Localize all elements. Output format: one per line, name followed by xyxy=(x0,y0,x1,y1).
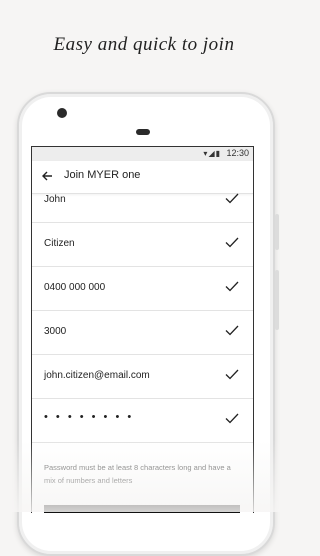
mobile-field[interactable]: 0400 000 000 xyxy=(32,267,253,311)
checkmark-icon xyxy=(225,193,239,204)
checkmark-icon xyxy=(225,413,239,424)
status-icons: ▾◢▮ xyxy=(203,149,221,158)
volume-button xyxy=(275,214,279,250)
front-camera xyxy=(57,108,67,118)
earpiece-speaker xyxy=(136,129,150,135)
mobile-value: 0400 000 000 xyxy=(44,282,106,293)
first-name-value: John xyxy=(44,194,66,205)
email-field[interactable]: john.citizen@email.com xyxy=(32,355,253,399)
checkmark-icon xyxy=(225,369,239,380)
postcode-value: 3000 xyxy=(44,326,67,337)
status-bar: ▾◢▮ 12:30 xyxy=(32,147,253,161)
headline: Easy and quick to join xyxy=(53,34,235,55)
last-name-field[interactable]: Citizen xyxy=(32,223,253,267)
status-time: 12:30 xyxy=(226,148,249,158)
checkmark-icon xyxy=(225,281,239,292)
first-name-field[interactable]: John xyxy=(32,179,253,223)
last-name-value: Citizen xyxy=(44,238,75,249)
email-value: john.citizen@email.com xyxy=(44,370,150,381)
password-hint: Password must be at least 8 characters l… xyxy=(44,463,231,485)
checkmark-icon xyxy=(225,325,239,336)
power-button xyxy=(275,270,279,330)
checkmark-icon xyxy=(225,237,239,248)
postcode-field[interactable]: 3000 xyxy=(32,311,253,355)
password-field[interactable]: • • • • • • • • xyxy=(32,399,253,443)
app-screen: ▾◢▮ 12:30 Join MYER one John Citizen 040… xyxy=(31,146,254,513)
password-value: • • • • • • • • xyxy=(44,411,134,423)
